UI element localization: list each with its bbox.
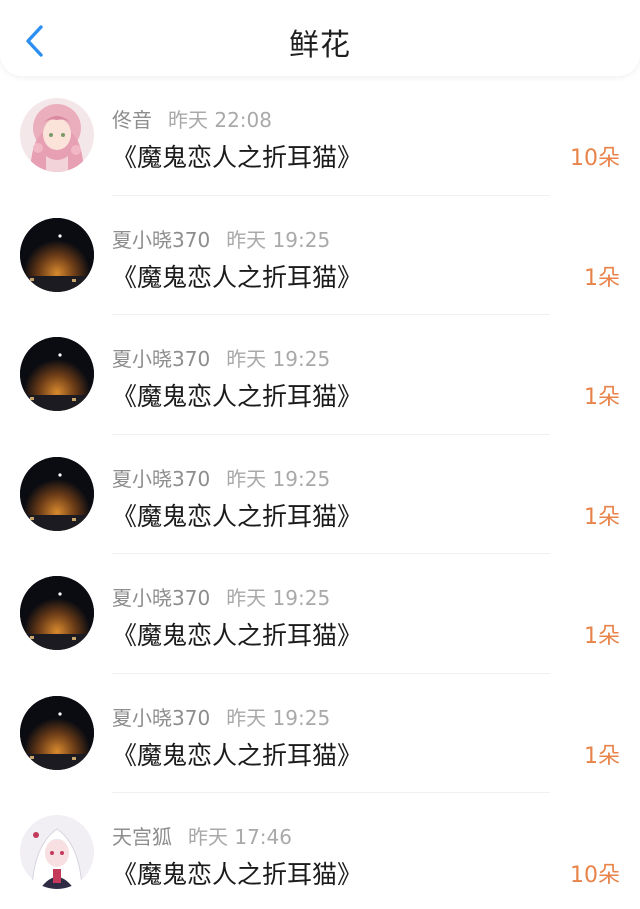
avatar[interactable] [20,456,94,531]
night-sky-avatar [20,217,94,292]
username[interactable]: 夏小晓370 [112,467,210,491]
avatar[interactable] [20,695,94,770]
username[interactable]: 夏小晓370 [112,228,210,252]
night-sky-avatar [20,695,94,770]
book-title[interactable]: 《魔鬼恋人之折耳猫》 [112,258,362,294]
list-item[interactable]: 夏小晓370 昨天 19:25 《魔鬼恋人之折耳猫》 1朵 [0,674,640,793]
timestamp: 昨天 22:08 [168,108,272,132]
timestamp: 昨天 17:46 [188,825,292,849]
username[interactable]: 天宫狐 [112,825,172,849]
username[interactable]: 夏小晓370 [112,706,210,730]
flower-count: 1朵 [584,624,620,649]
timestamp: 昨天 19:25 [226,705,331,730]
night-sky-avatar [20,456,94,531]
username[interactable]: 夏小晓370 [112,586,210,610]
timestamp: 昨天 19:25 [226,466,331,491]
book-title[interactable]: 《魔鬼恋人之折耳猫》 [112,616,362,652]
book-title[interactable]: 《魔鬼恋人之折耳猫》 [112,138,362,174]
flower-count: 10朵 [570,146,620,171]
avatar[interactable] [20,337,94,411]
item-meta: 夏小晓370 昨天 19:25 [112,343,330,372]
item-meta: 天宫狐 昨天 17:46 [112,821,292,850]
flower-count: 1朵 [584,265,620,291]
anime-girl-pink-hair-avatar [20,98,94,172]
top-bar: 鲜花 [0,0,640,76]
book-title[interactable]: 《魔鬼恋人之折耳猫》 [112,855,362,891]
anime-white-hair-avatar [20,815,94,889]
timestamp: 昨天 19:25 [226,347,331,371]
list-item[interactable]: 夏小晓370 昨天 19:25 《魔鬼恋人之折耳猫》 1朵 [0,554,640,674]
list-item[interactable]: 夏小晓370 昨天 19:25 《魔鬼恋人之折耳猫》 1朵 [0,315,640,435]
list-item[interactable]: 佟音 昨天 22:08 《魔鬼恋人之折耳猫》 10朵 [0,76,640,196]
book-title[interactable]: 《魔鬼恋人之折耳猫》 [112,377,362,413]
book-title[interactable]: 《魔鬼恋人之折耳猫》 [112,497,362,533]
avatar[interactable] [20,576,94,650]
flower-list: 佟音 昨天 22:08 《魔鬼恋人之折耳猫》 10朵 夏小晓370 昨天 19:… [0,76,640,909]
book-title[interactable]: 《魔鬼恋人之折耳猫》 [112,736,362,772]
item-meta: 夏小晓370 昨天 19:25 [112,224,330,253]
item-meta: 佟音 昨天 22:08 [112,104,272,133]
night-sky-avatar [20,337,94,411]
avatar[interactable] [20,98,94,172]
list-item[interactable]: 天宫狐 昨天 17:46 《魔鬼恋人之折耳猫》 10朵 [0,793,640,909]
list-item[interactable]: 夏小晓370 昨天 19:25 《魔鬼恋人之折耳猫》 1朵 [0,435,640,554]
item-meta: 夏小晓370 昨天 19:25 [112,582,330,611]
timestamp: 昨天 19:25 [226,586,331,610]
flower-count: 1朵 [584,504,620,530]
flower-count: 1朵 [584,385,620,410]
flower-count: 10朵 [570,863,620,888]
item-meta: 夏小晓370 昨天 19:25 [112,463,330,492]
night-sky-avatar [20,576,94,650]
avatar[interactable] [20,217,94,292]
flower-count: 1朵 [584,743,620,769]
app-screen: 鲜花 佟音 昨天 22:08 《魔鬼恋人之折耳猫》 10朵 夏小晓370 昨天 … [0,0,640,909]
avatar[interactable] [20,815,94,889]
item-meta: 夏小晓370 昨天 19:25 [112,702,330,731]
username[interactable]: 佟音 [112,108,152,132]
username[interactable]: 夏小晓370 [112,347,210,371]
timestamp: 昨天 19:25 [226,227,331,252]
list-item[interactable]: 夏小晓370 昨天 19:25 《魔鬼恋人之折耳猫》 1朵 [0,196,640,315]
page-title: 鲜花 [289,28,351,63]
